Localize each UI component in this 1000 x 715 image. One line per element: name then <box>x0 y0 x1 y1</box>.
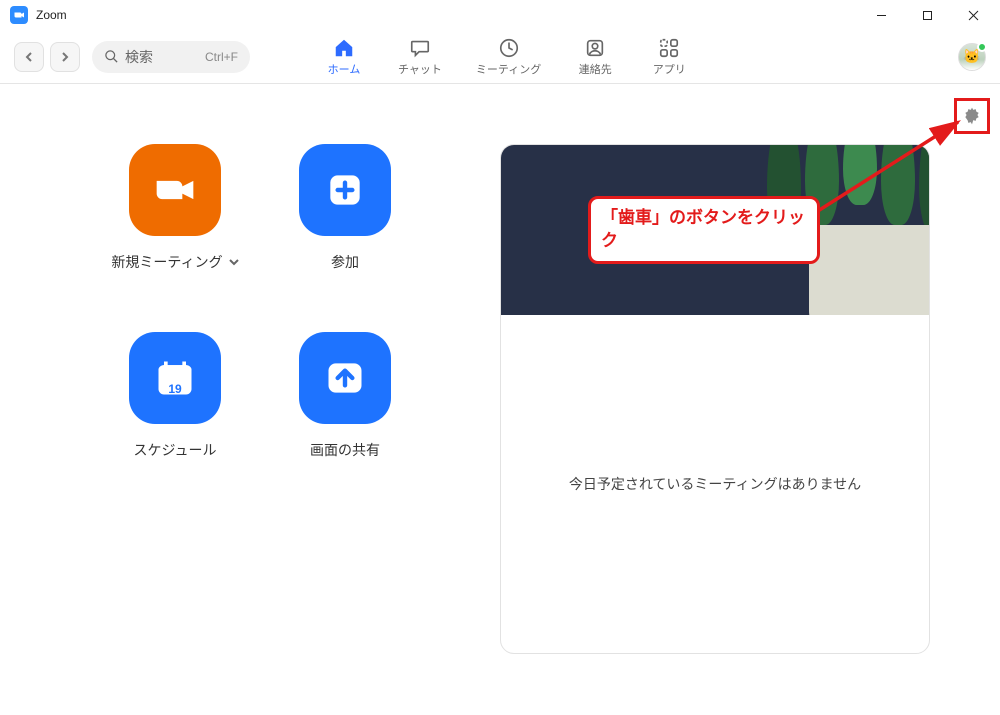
close-button[interactable] <box>950 0 996 30</box>
tab-home[interactable]: ホーム <box>324 37 364 77</box>
share-up-icon <box>323 356 367 400</box>
zoom-logo-icon <box>10 6 28 24</box>
settings-button[interactable] <box>954 98 990 134</box>
video-icon <box>153 168 197 212</box>
tab-meetings-label: ミーティング <box>476 61 541 77</box>
chevron-down-icon[interactable] <box>229 257 239 267</box>
no-meeting-text: 今日予定されているミーティングはありません <box>501 315 929 653</box>
user-avatar[interactable]: 🐱 <box>958 43 986 71</box>
tab-apps-label: アプリ <box>653 61 686 77</box>
schedule-item: 19 スケジュール <box>90 332 260 460</box>
tab-meetings[interactable]: ミーティング <box>476 37 541 77</box>
new-meeting-label: 新規ミーティング <box>111 252 222 272</box>
tab-bar: ホーム チャット ミーティング 連絡先 アプリ <box>324 37 952 77</box>
schedule-label: スケジュール <box>133 440 216 460</box>
chat-icon <box>409 37 431 59</box>
search-shortcut: Ctrl+F <box>205 50 238 64</box>
toolbar: 検索 Ctrl+F ホーム チャット ミーティング 連絡先 アプリ 🐱 <box>0 30 1000 84</box>
join-item: 参加 <box>260 144 430 272</box>
gear-icon <box>962 106 982 126</box>
tab-contacts-label: 連絡先 <box>579 61 612 77</box>
calendar-day: 19 <box>168 382 181 396</box>
tab-home-label: ホーム <box>328 61 361 77</box>
window-title: Zoom <box>36 8 67 22</box>
share-screen-label: 画面の共有 <box>310 440 380 460</box>
content-area: 新規ミーティング 参加 19 スケジュール <box>0 84 1000 715</box>
callout-text: 「歯車」のボタンをクリック <box>601 207 807 253</box>
tab-contacts[interactable]: 連絡先 <box>575 37 615 77</box>
new-meeting-button[interactable] <box>129 144 221 236</box>
nav-forward-button[interactable] <box>50 42 80 72</box>
tab-chat[interactable]: チャット <box>398 37 442 77</box>
apps-icon <box>658 37 680 59</box>
share-screen-item: 画面の共有 <box>260 332 430 460</box>
join-label: 参加 <box>331 252 359 272</box>
share-screen-button[interactable] <box>299 332 391 424</box>
search-input[interactable]: 検索 Ctrl+F <box>92 41 250 73</box>
contacts-icon <box>584 37 606 59</box>
search-icon <box>104 49 119 64</box>
schedule-button[interactable]: 19 <box>129 332 221 424</box>
annotation-callout: 「歯車」のボタンをクリック <box>588 196 820 264</box>
titlebar: Zoom <box>0 0 1000 30</box>
new-meeting-item: 新規ミーティング <box>90 144 260 272</box>
tab-chat-label: チャット <box>398 61 442 77</box>
tab-apps[interactable]: アプリ <box>649 37 689 77</box>
minimize-button[interactable] <box>858 0 904 30</box>
plus-icon <box>323 168 367 212</box>
join-button[interactable] <box>299 144 391 236</box>
clock-icon <box>498 37 520 59</box>
maximize-button[interactable] <box>904 0 950 30</box>
home-icon <box>333 37 355 59</box>
search-placeholder: 検索 <box>125 47 153 67</box>
home-actions: 新規ミーティング 参加 19 スケジュール <box>0 84 450 715</box>
nav-back-button[interactable] <box>14 42 44 72</box>
status-online-icon <box>977 42 987 52</box>
